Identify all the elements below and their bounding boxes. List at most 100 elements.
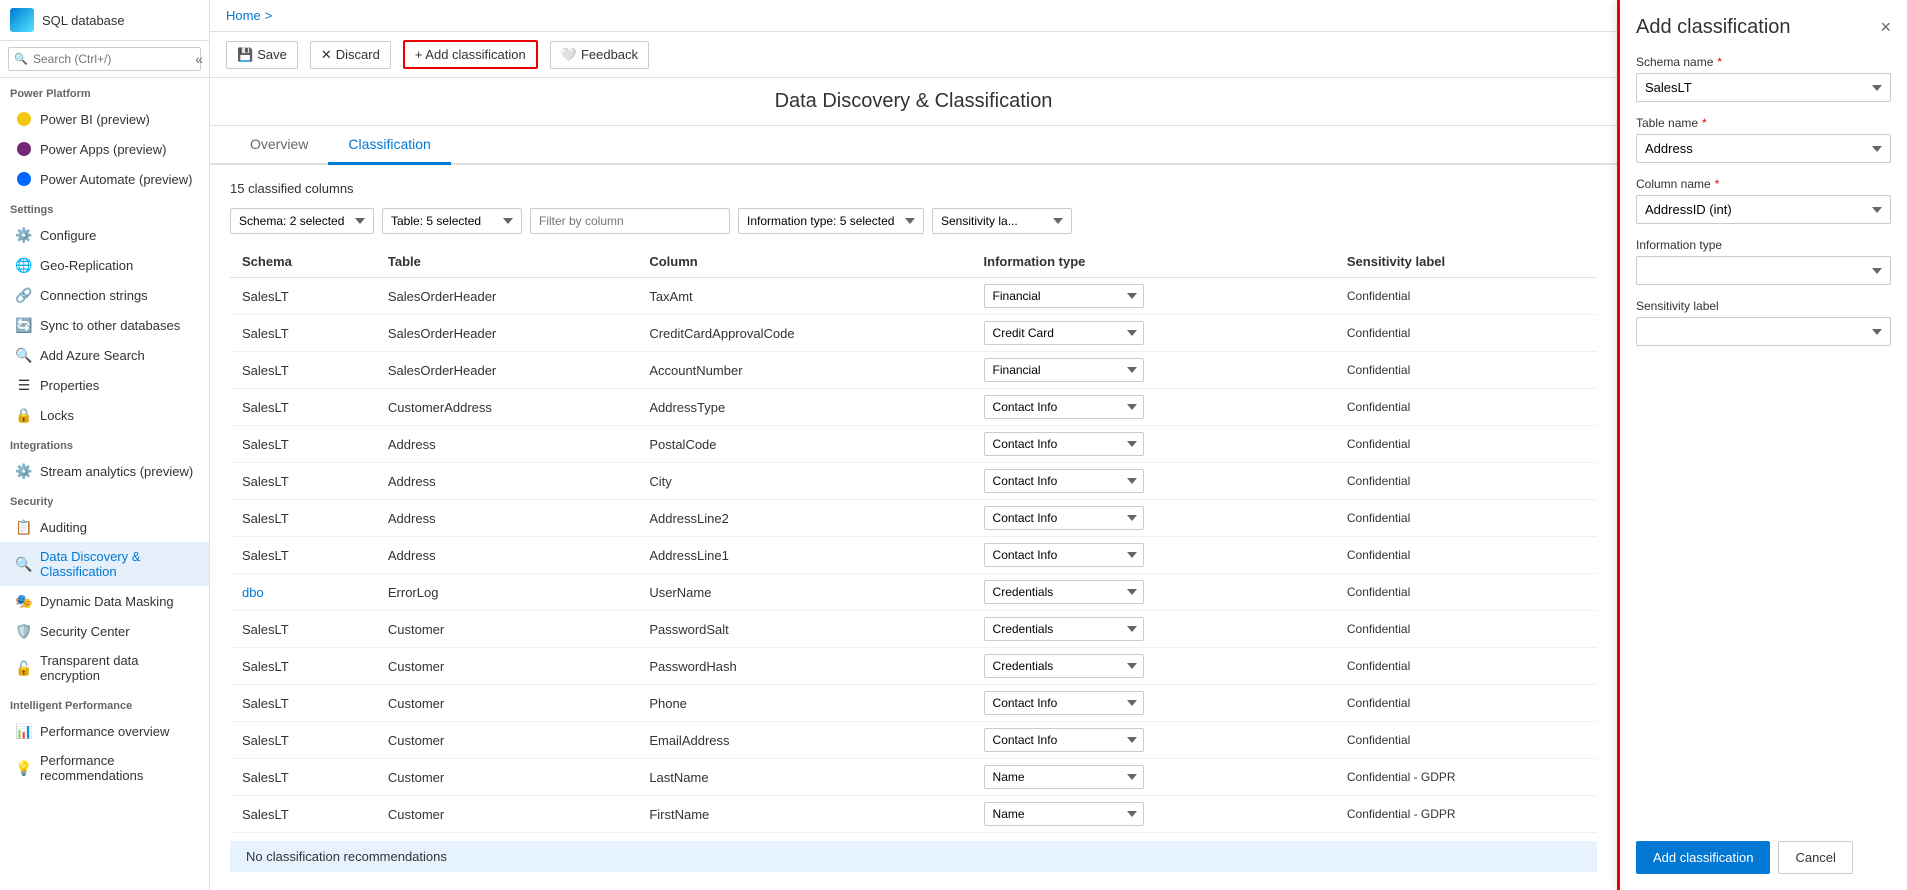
sidebar-item-geo-replication[interactable]: 🌐 Geo-Replication [0, 250, 209, 280]
info-type-row-select[interactable]: Contact Info [984, 469, 1144, 493]
add-classification-toolbar-button[interactable]: + Add classification [403, 40, 538, 69]
col-header-info-type: Information type [972, 246, 1335, 278]
panel-title-row: Add classification × [1636, 16, 1891, 39]
info-type-filter[interactable]: Information type: 5 selected [738, 208, 924, 234]
info-type-row-select[interactable]: Financial [984, 284, 1144, 308]
sidebar-item-dynamic-data-masking[interactable]: 🎭 Dynamic Data Masking [0, 586, 209, 616]
power-apps-icon [16, 141, 32, 157]
info-type-field: Information type FinancialCredit CardCon… [1636, 238, 1891, 285]
sidebar-item-data-discovery[interactable]: 🔍 Data Discovery & Classification [0, 542, 209, 586]
discard-button[interactable]: ✕ Discard [310, 41, 391, 69]
sidebar-item-label: Data Discovery & Classification [40, 549, 199, 579]
section-label-integrations: Integrations [0, 430, 209, 456]
sidebar-item-label: Security Center [40, 624, 130, 639]
table-row: SalesLTCustomerLastNameNameConfidential … [230, 759, 1597, 796]
column-filter[interactable] [530, 208, 730, 234]
breadcrumb-home[interactable]: Home [226, 8, 261, 23]
sidebar-item-label: Geo-Replication [40, 258, 133, 273]
sidebar-item-performance-recommendations[interactable]: 💡 Performance recommendations [0, 746, 209, 790]
sidebar-item-azure-search[interactable]: 🔍 Add Azure Search [0, 340, 209, 370]
schema-filter[interactable]: Schema: 2 selected [230, 208, 374, 234]
sidebar-item-label: Performance recommendations [40, 753, 199, 783]
sidebar-item-power-automate[interactable]: Power Automate (preview) [0, 164, 209, 194]
col-header-sensitivity: Sensitivity label [1335, 246, 1597, 278]
panel-close-button[interactable]: × [1880, 17, 1891, 38]
sidebar-item-power-apps[interactable]: Power Apps (preview) [0, 134, 209, 164]
sensitivity-label-select[interactable]: ConfidentialConfidential - GDPRPublicHig… [1636, 317, 1891, 346]
geo-replication-icon: 🌐 [16, 257, 32, 273]
toolbar: 💾 Save ✕ Discard + Add classification 🤍 … [210, 32, 1617, 78]
schema-name-label: Schema name [1636, 55, 1713, 69]
feedback-label: Feedback [581, 47, 638, 62]
schema-name-select[interactable]: SalesLT SalesLTdbo [1636, 73, 1891, 102]
feedback-icon: 🤍 [561, 47, 577, 63]
sidebar-item-configure[interactable]: ⚙️ Configure [0, 220, 209, 250]
info-type-select-panel[interactable]: FinancialCredit CardContact InfoCredenti… [1636, 256, 1891, 285]
table-filter[interactable]: Table: 5 selected [382, 208, 522, 234]
panel-cancel-button[interactable]: Cancel [1778, 841, 1852, 874]
info-type-row-select[interactable]: Contact Info [984, 691, 1144, 715]
col-header-table: Table [376, 246, 637, 278]
sidebar-item-transparent-data[interactable]: 🔓 Transparent data encryption [0, 646, 209, 690]
info-type-label: Information type [1636, 238, 1722, 252]
sidebar-item-properties[interactable]: ☰ Properties [0, 370, 209, 400]
sidebar-item-label: Dynamic Data Masking [40, 594, 174, 609]
info-type-row-select[interactable]: Contact Info [984, 728, 1144, 752]
info-type-row-select[interactable]: Contact Info [984, 543, 1144, 567]
info-type-row-select[interactable]: Contact Info [984, 506, 1144, 530]
sensitivity-filter[interactable]: Sensitivity la... [932, 208, 1072, 234]
sidebar-item-locks[interactable]: 🔒 Locks [0, 400, 209, 430]
info-type-row-select[interactable]: Credentials [984, 580, 1144, 604]
sidebar-item-label: Transparent data encryption [40, 653, 199, 683]
sidebar-item-label: Sync to other databases [40, 318, 180, 333]
table-row: SalesLTCustomerEmailAddressContact InfoC… [230, 722, 1597, 759]
column-name-field: Column name * AddressID (int) AddressID … [1636, 177, 1891, 224]
info-type-row-select[interactable]: Credentials [984, 654, 1144, 678]
sidebar-search-container: 🔍 « [0, 41, 209, 78]
table-name-label: Table name [1636, 116, 1698, 130]
search-icon: 🔍 [14, 53, 28, 66]
info-type-row-select[interactable]: Contact Info [984, 395, 1144, 419]
sync-icon: 🔄 [16, 317, 32, 333]
search-input[interactable] [8, 47, 201, 71]
column-name-select[interactable]: AddressID (int) AddressID (int)AddressLi… [1636, 195, 1891, 224]
sidebar-item-sync[interactable]: 🔄 Sync to other databases [0, 310, 209, 340]
sidebar-item-label: Power BI (preview) [40, 112, 150, 127]
sensitivity-label-field: Sensitivity label ConfidentialConfidenti… [1636, 299, 1891, 346]
tab-overview[interactable]: Overview [230, 126, 328, 165]
sidebar-collapse-icon[interactable]: « [195, 51, 203, 67]
section-label-settings: Settings [0, 194, 209, 220]
info-type-row-select[interactable]: Contact Info [984, 432, 1144, 456]
classification-table: Schema Table Column Information type Sen… [230, 246, 1597, 833]
sidebar-item-label: Add Azure Search [40, 348, 145, 363]
col-header-schema: Schema [230, 246, 376, 278]
sidebar-item-power-bi[interactable]: Power BI (preview) [0, 104, 209, 134]
info-type-row-select[interactable]: Name [984, 802, 1144, 826]
tab-classification[interactable]: Classification [328, 126, 450, 165]
table-row: SalesLTAddressAddressLine2Contact InfoCo… [230, 500, 1597, 537]
sidebar-item-performance-overview[interactable]: 📊 Performance overview [0, 716, 209, 746]
table-name-select[interactable]: Address AddressCustomerCustomerAddressEr… [1636, 134, 1891, 163]
sidebar-item-auditing[interactable]: 📋 Auditing [0, 512, 209, 542]
schema-name-required: * [1717, 55, 1722, 69]
table-row: dboErrorLogUserNameCredentialsConfidenti… [230, 574, 1597, 611]
stream-analytics-icon: ⚙️ [16, 463, 32, 479]
info-type-row-select[interactable]: Name [984, 765, 1144, 789]
breadcrumb: Home > [210, 0, 1617, 32]
performance-overview-icon: 📊 [16, 723, 32, 739]
panel-add-classification-button[interactable]: Add classification [1636, 841, 1770, 874]
sidebar-item-stream-analytics[interactable]: ⚙️ Stream analytics (preview) [0, 456, 209, 486]
table-row: SalesLTCustomerPasswordHashCredentialsCo… [230, 648, 1597, 685]
sidebar-item-security-center[interactable]: 🛡️ Security Center [0, 616, 209, 646]
info-type-row-select[interactable]: Credentials [984, 617, 1144, 641]
info-type-row-select[interactable]: Credit Card [984, 321, 1144, 345]
sidebar-item-connection-strings[interactable]: 🔗 Connection strings [0, 280, 209, 310]
col-header-column: Column [637, 246, 971, 278]
column-name-label: Column name [1636, 177, 1711, 191]
save-button[interactable]: 💾 Save [226, 41, 298, 69]
sidebar: SQL database 🔍 « Power Platform Power BI… [0, 0, 210, 890]
feedback-button[interactable]: 🤍 Feedback [550, 41, 649, 69]
configure-icon: ⚙️ [16, 227, 32, 243]
info-type-row-select[interactable]: Financial [984, 358, 1144, 382]
no-recommendations-text: No classification recommendations [246, 849, 447, 864]
